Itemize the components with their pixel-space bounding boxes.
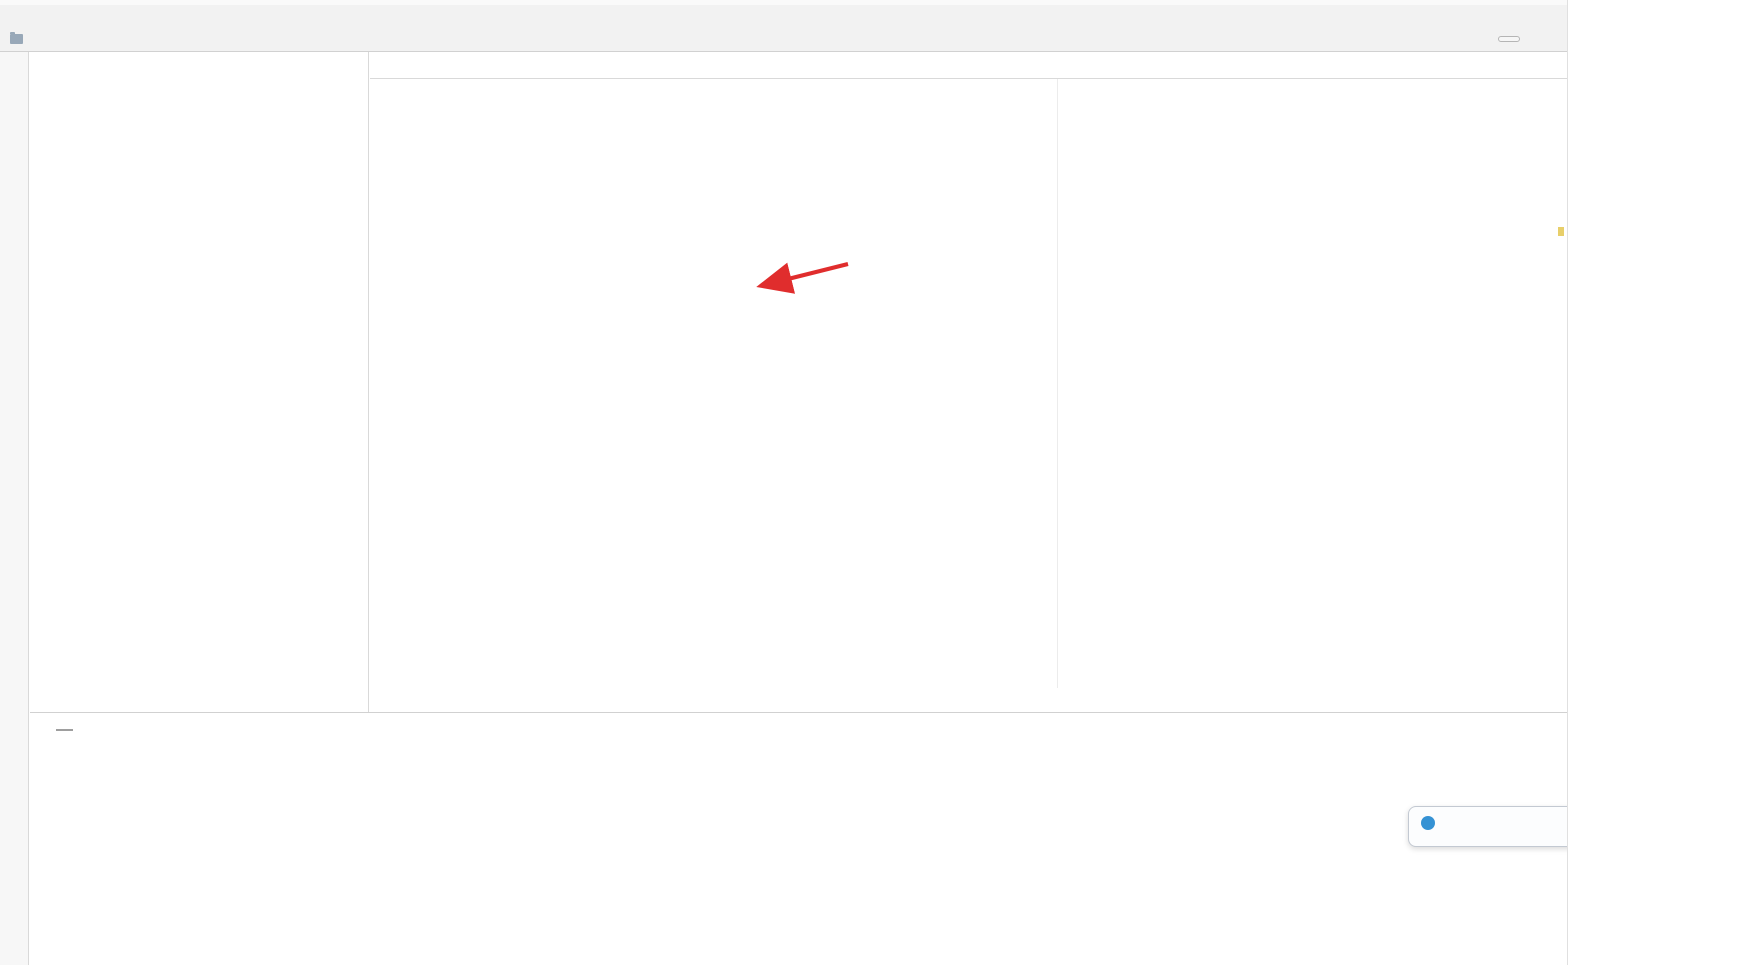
project-panel-header (30, 52, 368, 78)
toolbar (0, 27, 1567, 52)
terminal-panel (30, 712, 1567, 965)
scrollbar-highlight-mark (1558, 227, 1564, 236)
terminal-tab-local[interactable] (56, 722, 73, 731)
toolbar-right (1498, 32, 1567, 47)
left-toolstrip (0, 52, 29, 965)
terminal-header (30, 713, 1567, 740)
editor[interactable] (370, 52, 1567, 712)
terminal-output[interactable] (30, 740, 1567, 757)
breadcrumb (10, 34, 23, 44)
right-margin-guide (1057, 79, 1058, 688)
project-tree (30, 78, 368, 81)
ide-window (0, 0, 1568, 965)
project-panel (30, 52, 369, 712)
code-area[interactable] (370, 79, 1567, 688)
project-folder-icon (10, 34, 23, 44)
menu-bar (0, 5, 1567, 27)
notification-balloon (1408, 806, 1568, 847)
screenshot-root (0, 0, 1743, 965)
annotation-arrow (735, 248, 865, 298)
editor-breadcrumbs (370, 688, 1567, 712)
info-icon (1421, 816, 1435, 830)
add-configuration-button[interactable] (1498, 36, 1520, 42)
editor-tabs (370, 52, 1567, 79)
